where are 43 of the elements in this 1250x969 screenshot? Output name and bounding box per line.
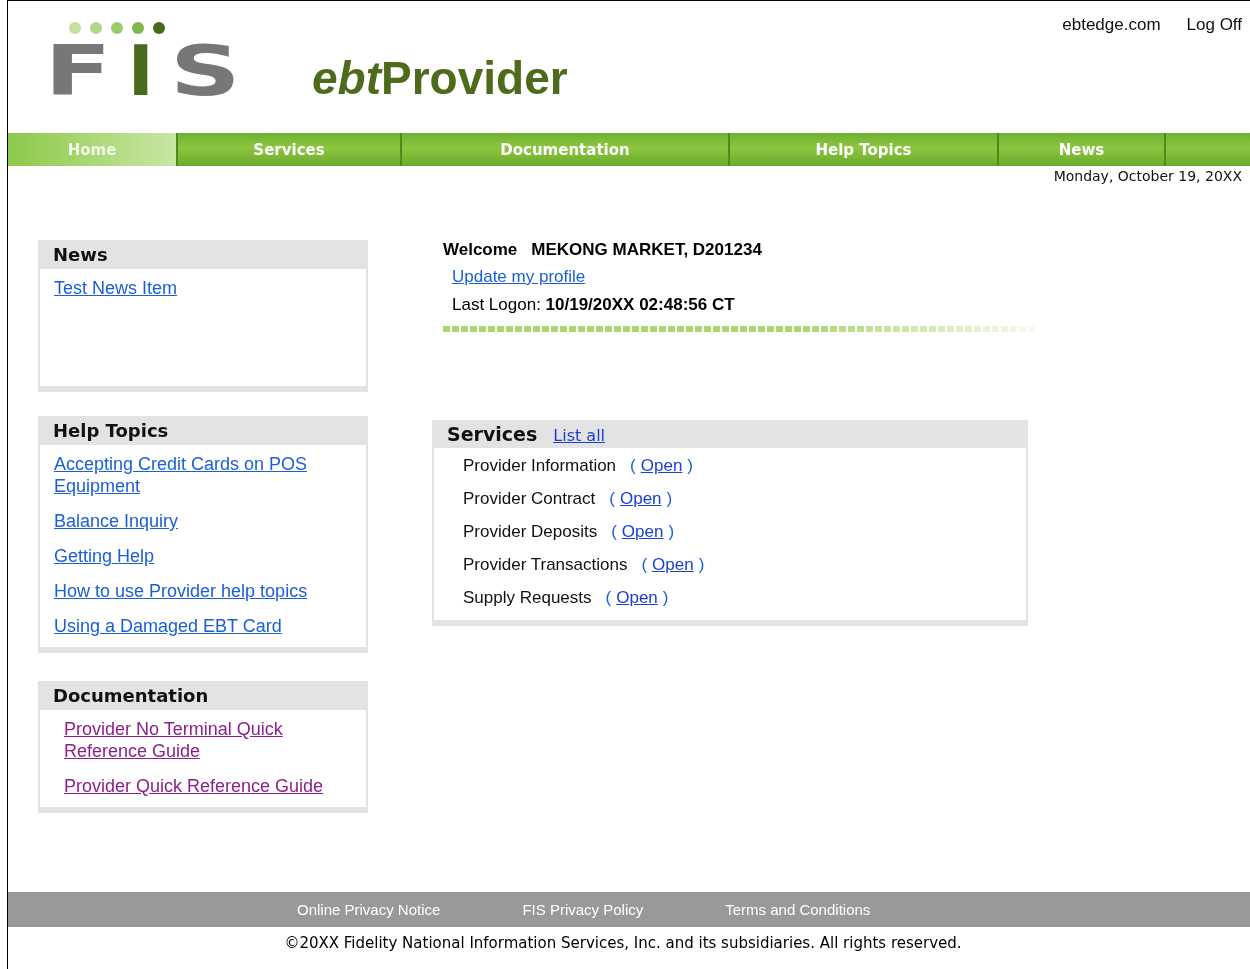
dots-icon: [68, 21, 168, 35]
service-name: Provider Transactions: [463, 555, 628, 575]
open-link[interactable]: Open: [621, 522, 664, 542]
sidebar-link[interactable]: Provider No Terminal Quick Reference Guide: [64, 718, 352, 762]
list-all-link[interactable]: List all: [553, 426, 606, 445]
parenthesis: (: [609, 489, 615, 509]
sidebar-link[interactable]: Using a Damaged EBT Card: [54, 615, 352, 637]
open-link[interactable]: Open: [652, 555, 694, 575]
panel-title: Help Topics: [40, 416, 366, 445]
panel-title: Services: [447, 423, 538, 445]
service-name: Provider Contract: [463, 489, 596, 509]
sidebar-link[interactable]: How to use Provider help topics: [54, 580, 352, 602]
sidebar-link[interactable]: Balance Inquiry: [54, 510, 352, 532]
open-link[interactable]: Open: [616, 588, 658, 608]
panel-title: Documentation: [40, 681, 366, 710]
parenthesis: ): [666, 489, 673, 509]
parenthesis: (: [605, 588, 612, 608]
open-link[interactable]: Open: [640, 456, 683, 476]
welcome-label: Welcome: [443, 240, 518, 260]
parenthesis: ): [698, 555, 705, 575]
copyright-text: ©20XX Fidelity National Information Services, Inc. and its subsidiaries. All rights reserved.: [283, 934, 963, 952]
panel-title: News: [40, 240, 366, 269]
header-link[interactable]: Log Off: [1186, 15, 1242, 35]
parenthesis: (: [611, 522, 617, 542]
header-link[interactable]: ebtedge.com: [1062, 15, 1161, 35]
sidebar-link[interactable]: Getting Help: [54, 545, 352, 567]
account-name: MEKONG MARKET, D201234: [531, 240, 762, 260]
service-name: Provider Information: [463, 456, 617, 476]
open-link[interactable]: Open: [619, 489, 662, 509]
service-name: Provider Deposits: [463, 522, 598, 542]
site-title: ebtProvider: [312, 51, 568, 105]
parenthesis: (: [630, 456, 636, 476]
sidebar-link[interactable]: Provider Quick Reference Guide: [64, 775, 352, 797]
current-date: Monday, October 19, 20XX: [1053, 168, 1242, 184]
service-name: Supply Requests: [463, 588, 592, 608]
sidebar-link[interactable]: Accepting Credit Cards on POS Equipment: [54, 453, 352, 497]
parenthesis: ): [662, 588, 669, 608]
parenthesis: ): [668, 522, 675, 542]
profile-link[interactable]: Update my profile: [452, 267, 586, 287]
sidebar-link[interactable]: Test News Item: [54, 277, 352, 299]
parenthesis: (: [641, 555, 648, 575]
last-logon: Last Logon: 10/19/20XX 02:48:56 CT: [452, 295, 736, 315]
parenthesis: ): [687, 456, 693, 476]
